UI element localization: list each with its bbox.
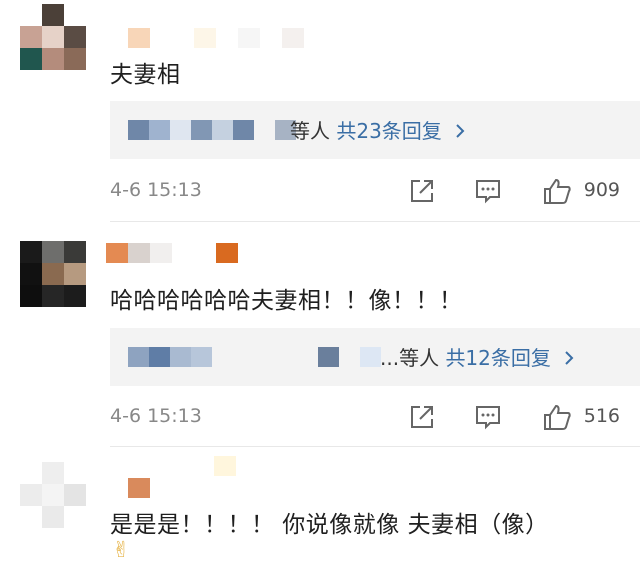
reply-preview[interactable]: ...等人 共12条回复 [110, 328, 640, 386]
comment-meta: 4-6 15:13 909 [110, 177, 630, 207]
thumbs-up-icon[interactable] [542, 403, 572, 435]
like-count: 909 [583, 179, 620, 201]
comment-icon[interactable] [474, 177, 502, 209]
username-blurred[interactable] [106, 243, 238, 263]
comment-text: 夫妻相 [110, 62, 181, 88]
comment-text: 哈哈哈哈哈哈夫妻相！！像！！！ [110, 288, 463, 314]
divider [110, 446, 640, 447]
like-count: 516 [583, 405, 620, 427]
reply-usernames-blurred [128, 120, 296, 140]
chevron-right-icon [448, 119, 466, 143]
reply-users-suffix: ...等人 [380, 346, 440, 370]
comment-text: 是是是！！！！ 你说像就像 夫妻相（像） [110, 512, 549, 538]
reply-count-link[interactable]: 共12条回复 [445, 346, 550, 370]
reply-usernames-blurred [128, 347, 212, 367]
timestamp: 4-6 15:13 [110, 179, 202, 201]
reply-usernames-blurred-2 [318, 347, 381, 367]
avatar[interactable] [20, 4, 86, 70]
divider [110, 221, 640, 222]
reply-users-suffix: 等人 [290, 119, 330, 143]
avatar[interactable] [20, 462, 86, 528]
timestamp: 4-6 15:13 [110, 405, 202, 427]
reply-preview[interactable]: 等人 共23条回复 [110, 101, 640, 159]
comment-meta: 4-6 15:13 516 [110, 403, 630, 433]
reply-summary[interactable]: ...等人 共12条回复 [380, 342, 575, 371]
username-blurred[interactable] [128, 28, 304, 48]
reply-summary[interactable]: 等人 共23条回复 [290, 115, 466, 144]
avatar[interactable] [20, 241, 86, 307]
share-icon[interactable] [408, 177, 436, 209]
share-icon[interactable] [408, 403, 436, 435]
username-blurred[interactable] [126, 456, 236, 476]
thumbs-up-icon[interactable] [542, 177, 572, 209]
reply-count-link[interactable]: 共23条回复 [336, 119, 441, 143]
comment-icon[interactable] [474, 403, 502, 435]
victory-hand-emoji: ✌ [112, 538, 131, 563]
username-blurred-2 [128, 478, 150, 498]
chevron-right-icon [557, 346, 575, 370]
